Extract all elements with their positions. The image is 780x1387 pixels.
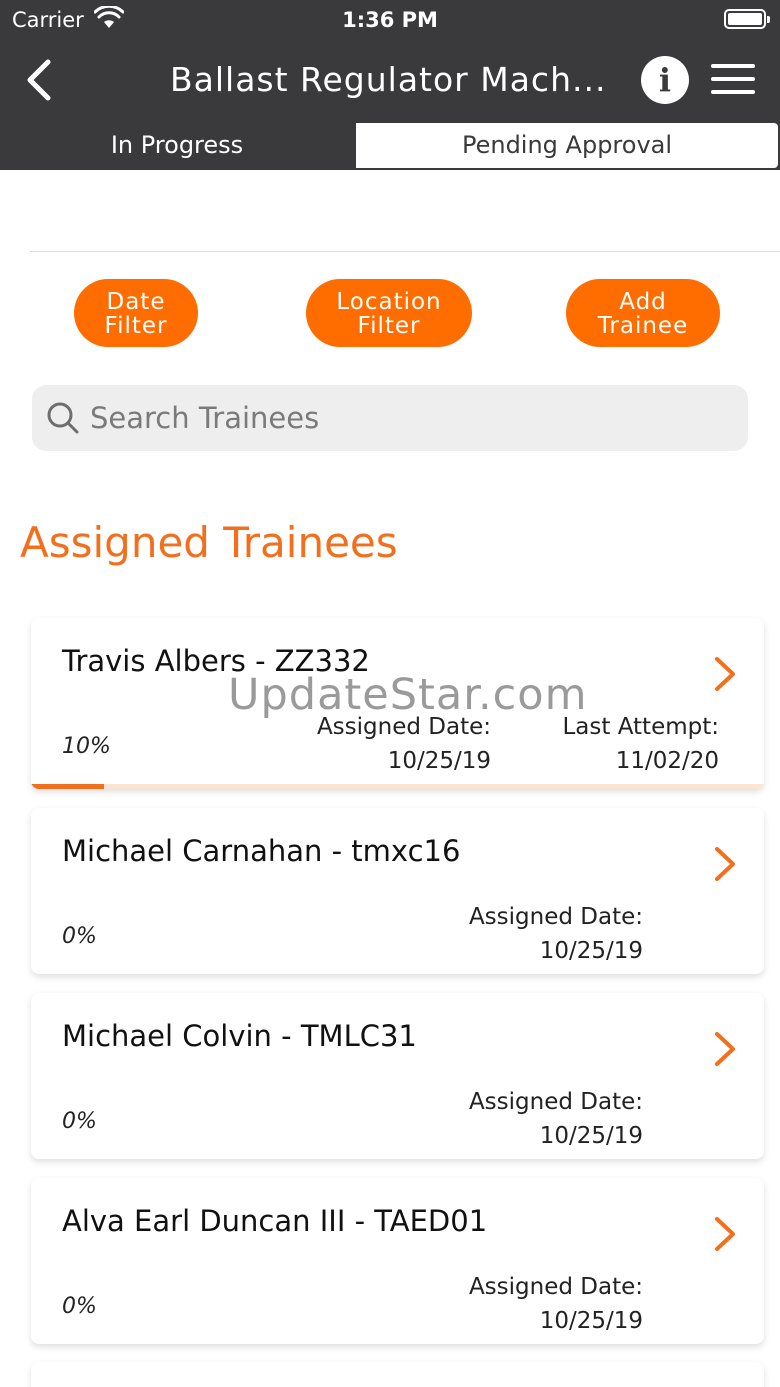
progress-percent: 0% xyxy=(62,924,97,949)
chevron-right-icon xyxy=(715,847,735,881)
battery-icon xyxy=(724,9,770,29)
trainee-name: Michael Colvin - TMLC31 xyxy=(62,1019,417,1053)
status-time: 1:36 PM xyxy=(342,8,438,32)
tab-pending-approval[interactable]: Pending Approval xyxy=(354,121,780,170)
assigned-date-label: Assigned Date: xyxy=(468,904,643,930)
assigned-date-block: Assigned Date: 10/25/19 xyxy=(443,1085,643,1153)
assigned-date-block: Assigned Date: 10/25/19 xyxy=(443,1270,643,1338)
trainee-card[interactable]: Michael Carnahan - tmxc16 Assigned Date:… xyxy=(31,808,764,974)
trainee-name: Alva Earl Duncan III - TAED01 xyxy=(62,1204,488,1238)
assigned-date-block: Assigned Date: 10/25/19 xyxy=(443,900,643,968)
tab-bar: In Progress Pending Approval xyxy=(0,121,780,170)
divider xyxy=(30,251,780,252)
progress-bar xyxy=(31,784,764,789)
add-trainee-label: Add Trainee xyxy=(597,289,689,339)
progress-percent: 10% xyxy=(62,734,111,759)
hamburger-menu-icon[interactable] xyxy=(711,64,757,96)
last-attempt-value: 11/02/20 xyxy=(615,748,719,774)
assigned-date-label: Assigned Date: xyxy=(468,1274,643,1300)
search-bar[interactable] xyxy=(32,385,748,451)
assigned-date-value: 10/25/19 xyxy=(387,748,491,774)
trainee-card[interactable]: Michael Colvin - TMLC31 Assigned Date: 1… xyxy=(31,993,764,1159)
date-filter-label: Date Filter xyxy=(104,289,168,339)
progress-percent: 0% xyxy=(62,1294,97,1319)
assigned-date-value: 10/25/19 xyxy=(539,1308,643,1334)
trainee-name: Michael Carnahan - tmxc16 xyxy=(62,834,461,868)
date-filter-button[interactable]: Date Filter xyxy=(74,279,198,347)
chevron-right-icon xyxy=(715,1032,735,1066)
assigned-date-value: 10/25/19 xyxy=(539,1123,643,1149)
assigned-date-block: Assigned Date: 10/25/19 xyxy=(291,710,491,778)
chevron-right-icon xyxy=(715,657,735,691)
search-input[interactable] xyxy=(90,395,730,441)
progress-percent: 0% xyxy=(62,1109,97,1134)
add-trainee-button[interactable]: Add Trainee xyxy=(566,279,720,347)
trainee-card[interactable]: Alva Earl Duncan III - TAED01 Assigned D… xyxy=(31,1178,764,1344)
app-header: Carrier 1:36 PM Ballast Regulator Mach..… xyxy=(0,0,780,170)
location-filter-button[interactable]: Location Filter xyxy=(306,279,472,347)
tab-in-progress[interactable]: In Progress xyxy=(0,121,354,170)
progress-bar-fill xyxy=(31,784,105,789)
search-icon xyxy=(47,402,79,434)
info-icon[interactable]: i xyxy=(641,56,689,104)
chevron-right-icon xyxy=(715,1217,735,1251)
page-title: Ballast Regulator Mach... xyxy=(170,60,607,99)
assigned-date-value: 10/25/19 xyxy=(539,938,643,964)
assigned-date-label: Assigned Date: xyxy=(468,1089,643,1115)
section-title: Assigned Trainees xyxy=(20,518,398,567)
status-bar: Carrier 1:36 PM xyxy=(0,0,780,40)
last-attempt-block: Last Attempt: 11/02/20 xyxy=(519,710,719,778)
trainee-card-partial[interactable] xyxy=(31,1362,764,1387)
location-filter-label: Location Filter xyxy=(336,289,442,339)
watermark: UpdateStar.com xyxy=(228,670,588,720)
back-chevron-icon[interactable] xyxy=(20,56,60,104)
